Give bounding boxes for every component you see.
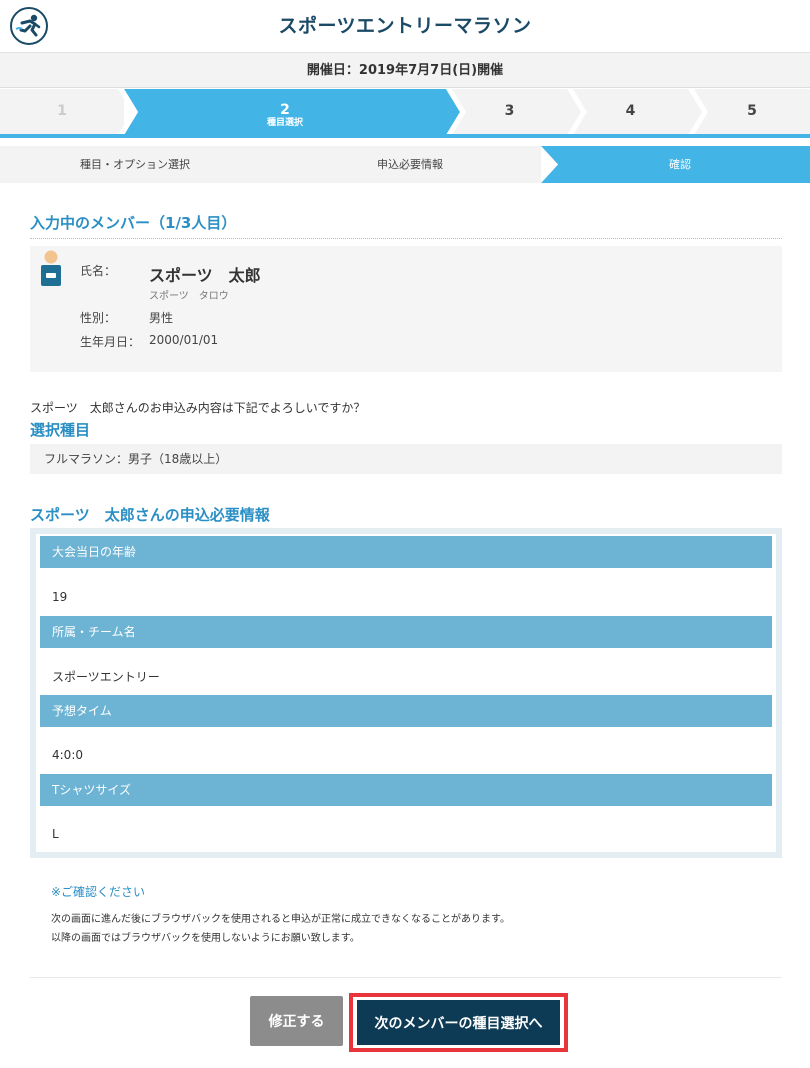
member-birth: 2000/01/01 [149, 333, 219, 347]
member-heading: 入力中のメンバー（1/3人目） [30, 214, 237, 232]
divider [30, 238, 782, 239]
confirm-question: スポーツ 太郎さんのお申込み内容は下記でよろしいですか？ [30, 401, 366, 415]
substep-progress: 種目・オプション選択 申込必要情報 確認 [0, 146, 810, 183]
step-progress: 1 2 種目選択 3 4 5 [0, 89, 810, 137]
info-header-age: 大会当日の年齢 [40, 536, 772, 568]
step-4: 4 [625, 103, 636, 119]
step-3: 3 [504, 103, 515, 119]
member-name: スポーツ 太郎 [149, 266, 261, 285]
required-info-heading: スポーツ 太郎さんの申込必要情報 [30, 506, 270, 524]
next-member-button[interactable]: 次のメンバーの種目選択へ [357, 1000, 560, 1045]
selected-event-heading: 選択種目 [30, 421, 91, 439]
info-header-team: 所属・チーム名 [40, 616, 772, 648]
site-header: スポーツエントリーマラソン [0, 0, 810, 53]
member-card: 氏名： スポーツ 太郎 スポーツ タロウ 性別： 男性 生年月日： 2000/0… [30, 246, 782, 372]
step-2: 2 種目選択 [266, 102, 303, 128]
step-1: 1 [57, 103, 67, 119]
info-value-tshirt: L [52, 827, 59, 841]
info-header-tshirt: Tシャツサイズ [40, 774, 772, 806]
substep-event-option: 種目・オプション選択 [80, 158, 190, 171]
birth-label: 生年月日： [80, 335, 141, 349]
info-value-team: スポーツエントリー [52, 670, 160, 684]
step-progress-line [0, 134, 810, 138]
name-label: 氏名： [80, 264, 117, 278]
required-info-panel: 大会当日の年齢 19 所属・チーム名 スポーツエントリー 予想タイム 4:0:0… [30, 528, 782, 858]
gender-label: 性別： [80, 311, 117, 325]
info-value-time: 4:0:0 [52, 748, 83, 762]
notice-line-1: 次の画面に進んだ後にブラウザバックを使用されると申込が正常に成立できなくなること… [51, 914, 510, 925]
info-value-age: 19 [52, 590, 68, 604]
site-title: スポーツエントリーマラソン [278, 15, 532, 37]
substep-required-info: 申込必要情報 [377, 158, 443, 171]
event-date-bar: 開催日：2019年7月7日(日)開催 [0, 53, 810, 88]
member-kana: スポーツ タロウ [149, 291, 229, 302]
person-icon [40, 250, 62, 286]
divider [30, 977, 782, 978]
edit-button[interactable]: 修正する [250, 996, 343, 1046]
selected-event-value: フルマラソン：男子（18歳以上） [30, 444, 782, 474]
info-header-time: 予想タイム [40, 695, 772, 727]
substep-confirm: 確認 [669, 158, 691, 171]
notice-line-2: 以降の画面ではブラウザバックを使用しないようにお願い致します。 [51, 933, 360, 944]
notice-title: ※ご確認ください [51, 885, 146, 899]
member-gender: 男性 [149, 311, 174, 325]
highlight-frame: 次のメンバーの種目選択へ [349, 993, 568, 1052]
step-5: 5 [747, 103, 757, 119]
